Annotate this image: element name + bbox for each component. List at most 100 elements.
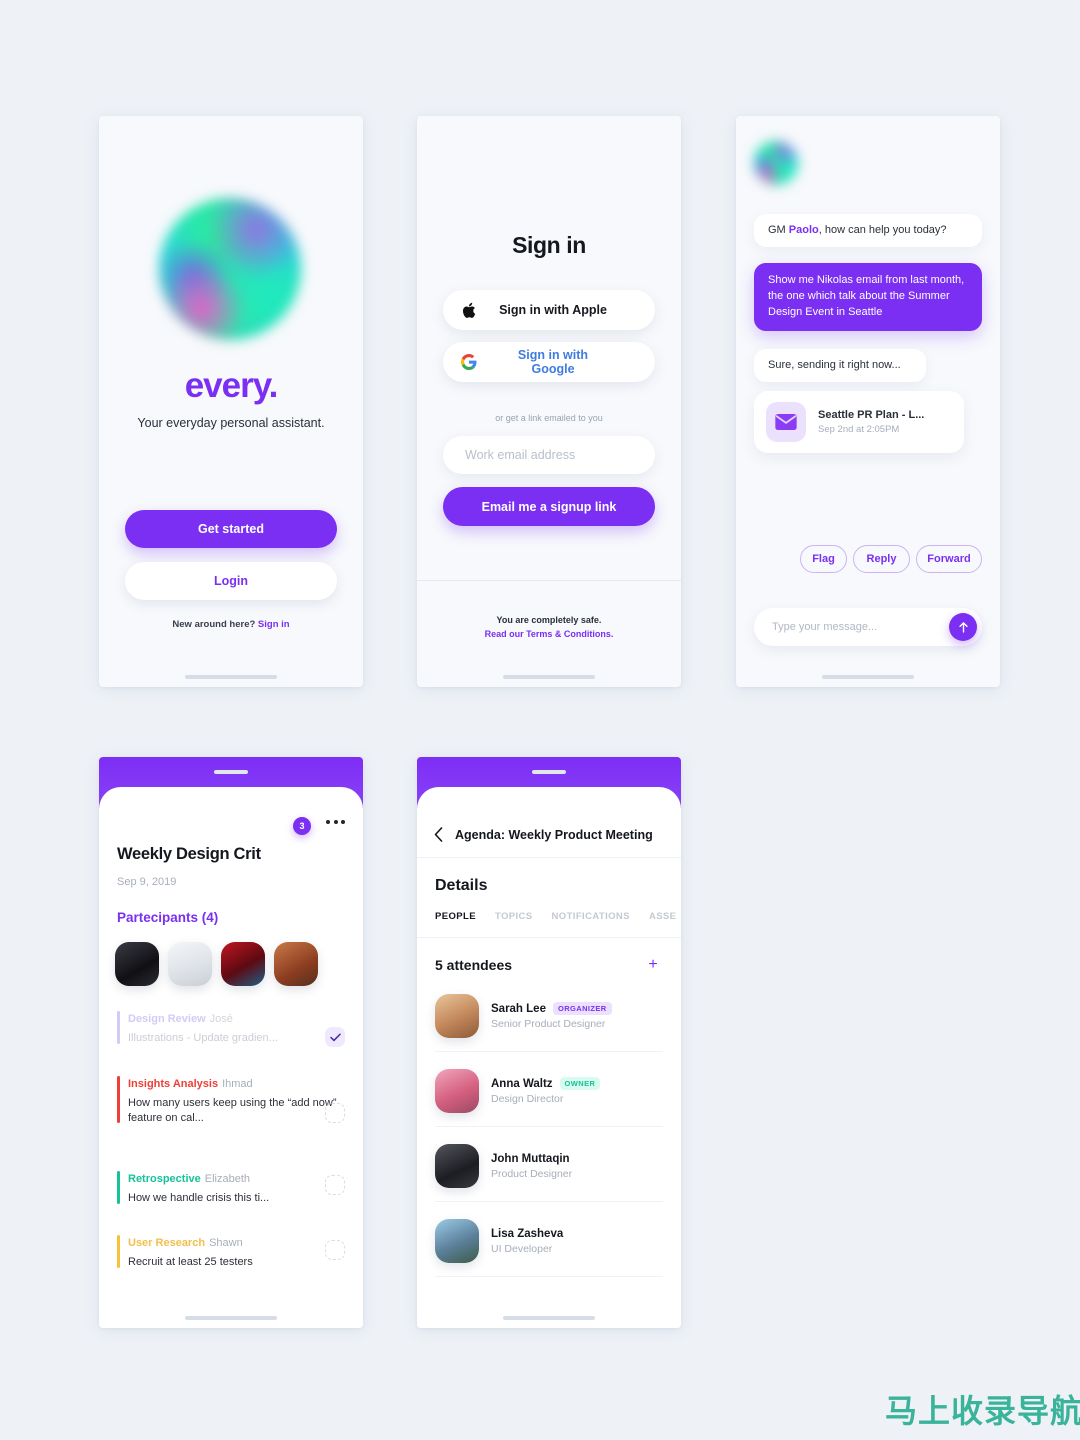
avatar[interactable]: [221, 942, 265, 986]
attendee-name: Anna Waltz: [491, 1077, 553, 1090]
task-checkbox-empty[interactable]: [325, 1175, 345, 1195]
gradient-orb-avatar: [754, 141, 798, 185]
task-label: Insights Analysis: [128, 1078, 219, 1090]
details-tabs: PEOPLE TOPICS NOTIFICATIONS ASSE: [435, 911, 676, 922]
email-signup-link-button[interactable]: Email me a signup link: [443, 487, 655, 526]
screen-meeting: 3 Weekly Design Crit Sep 9, 2019 Parteci…: [99, 757, 363, 1328]
brand-wordmark: every.: [184, 366, 279, 405]
gradient-orb-logo: [159, 198, 301, 340]
task-item[interactable]: Insights Analysis Ihmad How many users ke…: [117, 1074, 345, 1125]
list-separator: [435, 1276, 663, 1277]
list-item[interactable]: Anna Waltz OWNER Design Director: [435, 1060, 663, 1122]
task-description: Recruit at least 25 testers: [128, 1256, 253, 1268]
task-label: User Research: [128, 1237, 206, 1249]
message-input-placeholder[interactable]: Type your message...: [772, 621, 949, 633]
task-checkbox-empty[interactable]: [325, 1240, 345, 1260]
list-separator: [435, 1051, 663, 1052]
task-item[interactable]: Design Review José Illustrations - Update…: [117, 1009, 345, 1046]
signin-footer-text: New around here?: [172, 619, 256, 630]
work-email-input[interactable]: [443, 436, 655, 474]
sign-in-with-apple-button[interactable]: Sign in with Apple: [443, 290, 655, 330]
divider-text: or get a link emailed to you: [495, 413, 603, 423]
attachment-subtitle: Sep 2nd at 2:05PM: [818, 424, 900, 435]
chat-bubble-bot-reply: Sure, sending it right now...: [754, 349, 926, 382]
sheet-grabber[interactable]: [214, 770, 248, 774]
reply-button[interactable]: Reply: [853, 545, 910, 573]
task-checkbox-empty[interactable]: [325, 1103, 345, 1123]
attachment-title: Seattle PR Plan - L...: [818, 409, 925, 421]
status-badge: OWNER: [559, 1077, 601, 1090]
participant-avatars: [115, 942, 318, 986]
more-dots-icon[interactable]: [326, 820, 345, 824]
task-owner: Ihmad: [222, 1078, 253, 1090]
list-separator: [435, 1201, 663, 1202]
sheet-grabber[interactable]: [532, 770, 566, 774]
tagline: Your everyday personal assistant.: [137, 416, 325, 430]
attendee-role: UI Developer: [491, 1242, 553, 1255]
list-item[interactable]: Sarah Lee ORGANIZER Senior Product Design…: [435, 985, 663, 1047]
google-icon: [443, 354, 495, 370]
attendee-info: Lisa Zasheva UI Developer: [491, 1228, 563, 1255]
get-started-button[interactable]: Get started: [125, 510, 337, 548]
attendees-count: 5 attendees: [435, 957, 513, 973]
screen-chat: GM Paolo, how can help you today? Show m…: [736, 116, 1000, 687]
terms-conditions-link[interactable]: Read our Terms & Conditions.: [417, 629, 681, 639]
attendee-info: John Muttaqin Product Designer: [491, 1153, 572, 1180]
screen-agenda: Agenda: Weekly Product Meeting Details P…: [417, 757, 681, 1328]
plus-icon[interactable]: +: [643, 955, 663, 975]
screen-signin: Sign in Sign in with Apple Sign in with …: [417, 116, 681, 687]
chat-bubble-user-request: Show me Nikolas email from last month, t…: [754, 263, 982, 331]
chat-bubble-bot-greeting: GM Paolo, how can help you today?: [754, 214, 982, 247]
app-canvas: every. Your everyday personal assistant.…: [0, 0, 1080, 1440]
task-label: Design Review: [128, 1013, 206, 1025]
task-owner: José: [209, 1013, 233, 1025]
arrow-up-icon[interactable]: [949, 613, 977, 641]
signin-footer: New around here? Sign in: [99, 619, 363, 630]
tab-topics[interactable]: TOPICS: [495, 911, 533, 922]
task-label: Retrospective: [128, 1173, 201, 1185]
signin-link[interactable]: Sign in: [258, 619, 290, 630]
home-indicator: [503, 675, 595, 679]
forward-button[interactable]: Forward: [916, 545, 982, 573]
message-input-bar[interactable]: Type your message...: [754, 608, 982, 646]
home-indicator: [185, 1316, 277, 1320]
page-title: Sign in: [512, 232, 586, 258]
avatar[interactable]: [168, 942, 212, 986]
email-attachment-card[interactable]: Seattle PR Plan - L... Sep 2nd at 2:05PM: [754, 391, 964, 453]
check-icon: [329, 1032, 341, 1041]
login-button[interactable]: Login: [125, 562, 337, 600]
list-item[interactable]: John Muttaqin Product Designer: [435, 1135, 663, 1197]
list-separator: [435, 1126, 663, 1127]
tab-people[interactable]: PEOPLE: [435, 911, 476, 922]
attendee-role: Design Director: [491, 1093, 564, 1105]
task-owner: Elizabeth: [204, 1173, 251, 1185]
tab-notifications[interactable]: NOTIFICATIONS: [552, 911, 630, 922]
chevron-left-icon[interactable]: [434, 827, 443, 847]
avatar[interactable]: [115, 942, 159, 986]
greeting-username: Paolo: [788, 224, 819, 236]
sign-in-with-google-button[interactable]: Sign in with Google: [443, 342, 655, 382]
list-item[interactable]: Lisa Zasheva UI Developer: [435, 1210, 663, 1272]
greeting-prefix: GM: [768, 224, 789, 236]
avatar[interactable]: [274, 942, 318, 986]
task-item[interactable]: Retrospective Elizabeth How we handle cri…: [117, 1169, 345, 1206]
nav-title: Agenda: Weekly Product Meeting: [455, 828, 653, 842]
task-checkbox-checked[interactable]: [325, 1027, 345, 1047]
attachment-text: Seattle PR Plan - L... Sep 2nd at 2:05PM: [818, 409, 924, 435]
apple-icon: [443, 302, 495, 319]
sign-in-with-google-label: Sign in with Google: [517, 348, 589, 376]
home-indicator: [185, 675, 277, 679]
attendee-name: Sarah Lee: [491, 1002, 546, 1015]
task-description: How we handle crisis this ti...: [128, 1192, 270, 1204]
task-description: Illustrations - Update gradien...: [128, 1032, 278, 1044]
task-item[interactable]: User Research Shawn Recruit at least 25 t…: [117, 1233, 345, 1270]
nav-divider: [417, 857, 681, 858]
tab-assets[interactable]: ASSE: [649, 911, 676, 922]
meeting-date: Sep 9, 2019: [117, 876, 177, 888]
attendee-name: John Muttaqin: [491, 1152, 570, 1165]
avatar: [435, 1219, 479, 1263]
task-owner: Shawn: [209, 1237, 243, 1249]
status-badge[interactable]: 3: [293, 817, 311, 835]
footer-divider: [417, 580, 681, 581]
flag-button[interactable]: Flag: [800, 545, 847, 573]
